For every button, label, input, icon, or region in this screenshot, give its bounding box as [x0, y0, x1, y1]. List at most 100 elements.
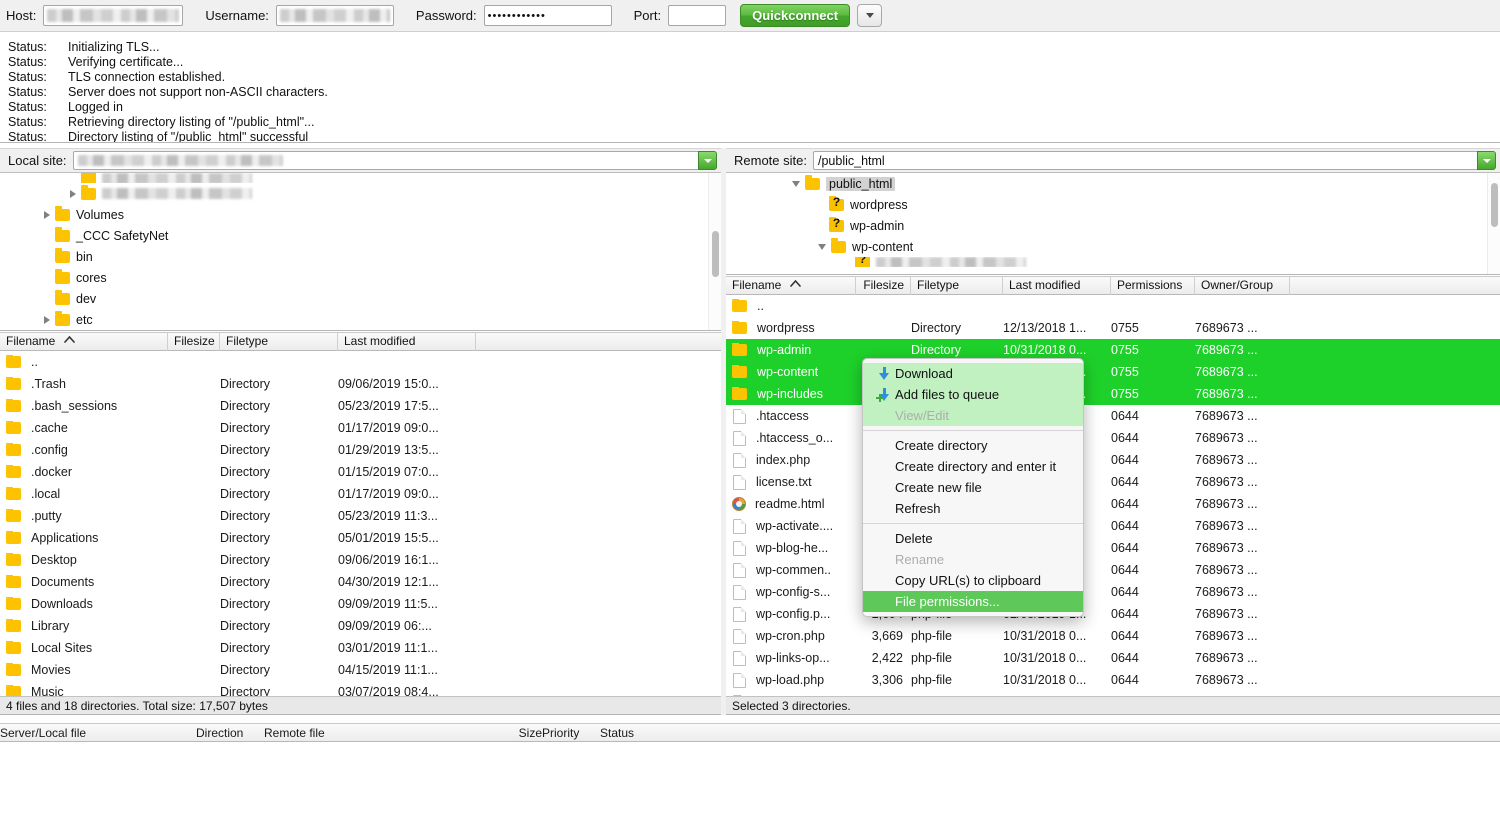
table-row[interactable]: DocumentsDirectory04/30/2019 12:1...	[0, 571, 721, 593]
remote-column-filesize[interactable]: Filesize	[856, 276, 911, 295]
twisty-expanded-icon[interactable]	[792, 181, 800, 187]
menu-item[interactable]: Refresh	[863, 498, 1083, 519]
remote-directory-tree[interactable]: public_htmlwordpresswp-adminwp-content	[726, 173, 1500, 275]
folder-unknown-icon	[829, 220, 844, 232]
local-file-list[interactable]: ...TrashDirectory09/06/2019 15:0....bash…	[0, 351, 721, 696]
table-row[interactable]: LibraryDirectory09/09/2019 06:...	[0, 615, 721, 637]
local-site-dropdown[interactable]	[698, 151, 717, 170]
table-row[interactable]: MoviesDirectory04/15/2019 11:1...	[0, 659, 721, 681]
table-row[interactable]: MusicDirectory03/07/2019 08:4...	[0, 681, 721, 696]
table-row[interactable]: .localDirectory01/17/2019 09:0...	[0, 483, 721, 505]
menu-item[interactable]: File permissions...	[863, 591, 1083, 612]
message-log[interactable]: Status:Initializing TLS...Status:Verifyi…	[0, 32, 1500, 143]
local-column-lastmodified[interactable]: Last modified	[338, 332, 476, 351]
tree-node[interactable]	[0, 173, 721, 183]
tree-node[interactable]: bin	[0, 246, 721, 267]
twisty-collapsed-icon[interactable]	[44, 316, 50, 324]
local-directory-tree[interactable]: Volumes_CCC SafetyNetbincoresdevetc	[0, 173, 721, 331]
twisty-expanded-icon[interactable]	[818, 244, 826, 250]
tree-node[interactable]: wp-admin	[726, 215, 1500, 236]
password-input[interactable]: ••••••••••••	[484, 5, 612, 26]
menu-item[interactable]: Delete	[863, 528, 1083, 549]
table-row[interactable]: readme.html8 0...06447689673 ...	[726, 493, 1500, 515]
tree-node[interactable]: wordpress	[726, 194, 1500, 215]
table-row[interactable]: ApplicationsDirectory05/01/2019 15:5...	[0, 527, 721, 549]
local-tree-scroll-thumb[interactable]	[712, 231, 719, 277]
port-input[interactable]	[668, 5, 726, 26]
tree-node[interactable]: public_html	[726, 173, 1500, 194]
queue-column-size[interactable]: Size	[496, 726, 542, 740]
table-row[interactable]: .TrashDirectory09/06/2019 15:0...	[0, 373, 721, 395]
table-row[interactable]: .puttyDirectory05/23/2019 11:3...	[0, 505, 721, 527]
queue-column-serverlocalfile[interactable]: Server/Local file	[0, 726, 196, 740]
table-row[interactable]: wp-adminDirectory10/31/2018 0...07557689…	[726, 339, 1500, 361]
remote-tree-scroll-thumb[interactable]	[1491, 183, 1498, 227]
menu-item[interactable]: Create directory and enter it	[863, 456, 1083, 477]
tree-node[interactable]: dev	[0, 288, 721, 309]
local-column-filetype[interactable]: Filetype	[220, 332, 338, 351]
table-row[interactable]: .dockerDirectory01/15/2019 07:0...	[0, 461, 721, 483]
table-row[interactable]: ..	[726, 295, 1500, 317]
table-row[interactable]: wp-blog-he...8 0...06447689673 ...	[726, 537, 1500, 559]
host-input[interactable]	[43, 5, 183, 26]
table-row[interactable]: .bash_sessionsDirectory05/23/2019 17:5..…	[0, 395, 721, 417]
quickconnect-button[interactable]: Quickconnect	[740, 4, 850, 27]
local-column-filename[interactable]: Filename	[0, 332, 168, 351]
menu-item[interactable]: Create directory	[863, 435, 1083, 456]
remote-column-ownergroup[interactable]: Owner/Group	[1195, 276, 1290, 295]
queue-column-direction[interactable]: Direction	[196, 726, 264, 740]
queue-column-status[interactable]: Status	[600, 726, 710, 740]
table-row[interactable]: wp-contentDirectory10/31/2018 0...075576…	[726, 361, 1500, 383]
table-row[interactable]: index.php8 0...06447689673 ...	[726, 449, 1500, 471]
table-row[interactable]: DownloadsDirectory09/09/2019 11:5...	[0, 593, 721, 615]
tree-node[interactable]: wp-content	[726, 236, 1500, 257]
table-row[interactable]: license.txt8 0...06447689673 ...	[726, 471, 1500, 493]
tree-node[interactable]: etc	[0, 309, 721, 330]
table-row[interactable]: ..	[0, 351, 721, 373]
table-row[interactable]: .configDirectory01/29/2019 13:5...	[0, 439, 721, 461]
remote-context-menu[interactable]: DownloadAdd files to queueView/EditCreat…	[862, 358, 1084, 617]
table-row[interactable]: wordpressDirectory12/13/2018 1...0755768…	[726, 317, 1500, 339]
twisty-collapsed-icon[interactable]	[70, 190, 76, 198]
tree-node[interactable]: _CCC SafetyNet	[0, 225, 721, 246]
queue-column-remotefile[interactable]: Remote file	[264, 726, 496, 740]
remote-column-filename[interactable]: Filename	[726, 276, 856, 295]
local-column-filesize[interactable]: Filesize	[168, 332, 220, 351]
remote-tree-scrollbar[interactable]	[1487, 173, 1500, 275]
table-row[interactable]: Local SitesDirectory03/01/2019 11:1...	[0, 637, 721, 659]
remote-column-lastmodified[interactable]: Last modified	[1003, 276, 1111, 295]
twisty-collapsed-icon[interactable]	[44, 211, 50, 219]
table-row[interactable]: wp-activate....8 0...06447689673 ...	[726, 515, 1500, 537]
tree-node[interactable]: Volumes	[0, 204, 721, 225]
tree-node[interactable]	[726, 257, 1500, 267]
table-row[interactable]: wp-links-op...2,422php-file10/31/2018 0.…	[726, 647, 1500, 669]
menu-item[interactable]: Copy URL(s) to clipboard	[863, 570, 1083, 591]
menu-item[interactable]: Create new file	[863, 477, 1083, 498]
remote-file-list[interactable]: ..wordpressDirectory12/13/2018 1...07557…	[726, 295, 1500, 696]
transfer-queue-body[interactable]	[0, 742, 1500, 837]
table-row[interactable]: wp-cron.php3,669php-file10/31/2018 0...0…	[726, 625, 1500, 647]
tree-node[interactable]	[0, 183, 721, 204]
remote-column-permissions[interactable]: Permissions	[1111, 276, 1195, 295]
table-row[interactable]: wp-commen..8 0...06447689673 ...	[726, 559, 1500, 581]
quickconnect-history-dropdown[interactable]	[857, 4, 882, 27]
table-row[interactable]: wp-load.php3,306php-file10/31/2018 0...0…	[726, 669, 1500, 691]
remote-site-input[interactable]: /public_html	[813, 151, 1477, 170]
menu-item[interactable]: Add files to queue	[863, 384, 1083, 405]
menu-item[interactable]: Download	[863, 363, 1083, 384]
table-row[interactable]: .htaccess_o...8 0...06447689673 ...	[726, 427, 1500, 449]
table-row[interactable]: wp-config-s...8 0...06447689673 ...	[726, 581, 1500, 603]
tree-node[interactable]: cores	[0, 267, 721, 288]
queue-column-priority[interactable]: Priority	[542, 726, 600, 740]
remote-site-dropdown[interactable]	[1477, 151, 1496, 170]
table-row[interactable]: .cacheDirectory01/17/2019 09:0...	[0, 417, 721, 439]
table-row[interactable]: DesktopDirectory09/06/2019 16:1...	[0, 549, 721, 571]
table-row[interactable]: wp-config.p...2,694php-file02/05/2019 1.…	[726, 603, 1500, 625]
host-label: Host:	[6, 8, 36, 23]
table-row[interactable]: wp-includesDirectory10/31/2018 0...07557…	[726, 383, 1500, 405]
table-row[interactable]: .htaccess8 0...06447689673 ...	[726, 405, 1500, 427]
local-site-input[interactable]	[73, 151, 698, 170]
local-tree-scrollbar[interactable]	[708, 173, 721, 331]
username-input[interactable]	[276, 5, 394, 26]
remote-column-filetype[interactable]: Filetype	[911, 276, 1003, 295]
